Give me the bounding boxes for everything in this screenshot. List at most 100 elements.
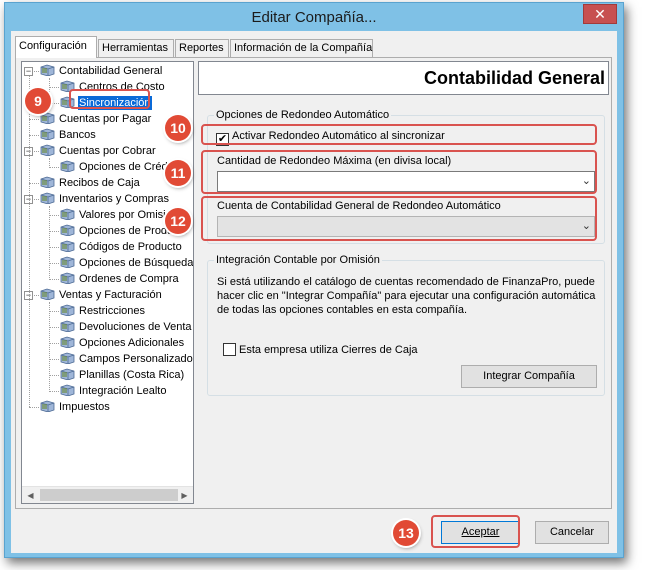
folder-book-icon	[60, 368, 78, 381]
tree-connector	[49, 231, 59, 232]
tree-item[interactable]: Campos Personalizados	[60, 352, 194, 367]
tree-item-label: Ordenes de Compra	[79, 273, 179, 285]
tree-connector	[49, 87, 59, 88]
folder-book-icon	[60, 272, 78, 285]
tab-configuracion[interactable]: Configuración	[15, 36, 97, 58]
tree-connector	[49, 247, 59, 248]
tree-item-label: Devoluciones de Venta	[79, 321, 192, 333]
highlight-max-amount	[201, 150, 597, 194]
tree-item-label: Inventarios y Compras	[59, 193, 170, 205]
highlight-account	[201, 196, 597, 241]
step-badge-10: 10	[165, 115, 191, 141]
tree-item[interactable]: Cuentas por Cobrar	[40, 144, 157, 159]
tree-item[interactable]: Bancos	[40, 128, 97, 143]
tree-item[interactable]: Recibos de Caja	[40, 176, 141, 191]
highlight-accept	[431, 515, 520, 548]
cancel-button[interactable]: Cancelar	[535, 521, 609, 544]
tree-connector	[49, 327, 59, 328]
tree-connector	[49, 311, 59, 312]
folder-book-icon	[60, 160, 78, 173]
tree-item-label: Impuestos	[59, 401, 110, 413]
tree-item[interactable]: Ventas y Facturación	[40, 288, 163, 303]
tree-item[interactable]: Restricciones	[60, 304, 146, 319]
step-badge-11: 11	[165, 160, 191, 186]
rounding-options-legend: Opciones de Redondeo Automático	[216, 109, 390, 121]
tree-item-label: Valores por Omisión	[79, 209, 178, 221]
integrate-company-button[interactable]: Integrar Compañía	[461, 365, 597, 388]
cash-close-label: Esta empresa utiliza Cierres de Caja	[239, 344, 418, 356]
tree-item-label: Opciones de Búsqueda	[79, 257, 194, 269]
highlight-sincronizacion	[69, 89, 150, 109]
tree-connector	[29, 135, 39, 136]
folder-book-icon	[40, 64, 58, 77]
folder-book-icon	[60, 352, 78, 365]
tab-informacion-compania[interactable]: Información de la Compañía	[230, 39, 373, 58]
tree-item-label: Campos Personalizados	[79, 353, 194, 365]
tree-item-label: Recibos de Caja	[59, 177, 140, 189]
folder-book-icon	[60, 304, 78, 317]
tab-reportes[interactable]: Reportes	[175, 39, 229, 58]
integration-description: Si está utilizando el catálogo de cuenta…	[217, 276, 596, 316]
title-bar[interactable]: Editar Compañía... ✕	[5, 3, 623, 31]
tree-connector	[49, 279, 59, 280]
folder-book-icon	[40, 400, 58, 413]
tree-item[interactable]: Cuentas por Pagar	[40, 112, 152, 127]
scroll-right-icon[interactable]: ▶	[176, 487, 193, 503]
tree-item-label: Cuentas por Cobrar	[59, 145, 156, 157]
tree-item[interactable]: Opciones Adicionales	[60, 336, 185, 351]
folder-book-icon	[60, 336, 78, 349]
highlight-auto-round	[201, 124, 597, 145]
tree-item[interactable]: Integración Lealto	[60, 384, 167, 399]
tree-item[interactable]: Opciones de Búsqueda	[60, 256, 194, 271]
scroll-left-icon[interactable]: ◀	[22, 487, 39, 503]
close-button[interactable]: ✕	[583, 4, 617, 24]
tree-root-line	[29, 76, 30, 407]
tree-item-label: Contabilidad General	[59, 65, 163, 77]
tab-herramientas[interactable]: Herramientas	[98, 39, 174, 58]
tree-horizontal-scrollbar[interactable]: ◀ ▶	[22, 486, 193, 503]
folder-book-icon	[40, 128, 58, 141]
tree-connector	[49, 391, 59, 392]
dialog-window: Editar Compañía... ✕ Configuración Herra…	[4, 2, 624, 558]
tree-item[interactable]: Contabilidad General	[40, 64, 163, 79]
tree-connector	[29, 183, 39, 184]
tree-item[interactable]: Opciones de Crédito	[60, 160, 180, 175]
folder-book-icon	[40, 192, 58, 205]
integration-legend: Integración Contable por Omisión	[216, 254, 380, 266]
page-title: Contabilidad General	[423, 68, 605, 88]
step-badge-12: 12	[165, 208, 191, 234]
scroll-thumb[interactable]	[40, 489, 178, 501]
folder-book-icon	[40, 144, 58, 157]
cash-close-checkbox[interactable]: Esta empresa utiliza Cierres de Caja	[223, 343, 418, 357]
panel-header: Contabilidad General	[198, 61, 609, 95]
tree-item[interactable]: Ordenes de Compra	[60, 272, 180, 287]
window-title: Editar Compañía...	[251, 9, 377, 26]
folder-book-icon	[40, 112, 58, 125]
collapse-icon[interactable]: −	[24, 67, 33, 76]
folder-book-icon	[40, 176, 58, 189]
tree-item[interactable]: Valores por Omisión	[60, 208, 179, 223]
tree-item[interactable]: Códigos de Producto	[60, 240, 183, 255]
tree-item-label: Opciones Adicionales	[79, 337, 185, 349]
tree-item-label: Cuentas por Pagar	[59, 113, 152, 125]
tree-connector	[49, 343, 59, 344]
tree-branch-line	[49, 158, 50, 168]
folder-book-icon	[60, 320, 78, 333]
tree-branch-line	[49, 302, 50, 392]
folder-book-icon	[40, 288, 58, 301]
tree-item[interactable]: Planillas (Costa Rica)	[60, 368, 185, 383]
tree-connector	[49, 359, 59, 360]
tree-connector	[49, 167, 59, 168]
folder-book-icon	[60, 256, 78, 269]
tree-branch-line	[49, 206, 50, 280]
tree-item[interactable]: Inventarios y Compras	[40, 192, 170, 207]
tree-item-label: Códigos de Producto	[79, 241, 182, 253]
tree-item[interactable]: Devoluciones de Venta	[60, 320, 193, 335]
checkbox-unchecked-icon[interactable]	[223, 343, 236, 356]
step-badge-13: 13	[393, 520, 419, 546]
tree-item-label: Planillas (Costa Rica)	[79, 369, 185, 381]
tree-connector	[49, 263, 59, 264]
tree-item[interactable]: Impuestos	[40, 400, 111, 415]
tree-item-label: Integración Lealto	[79, 385, 167, 397]
tree-connector	[29, 407, 39, 408]
